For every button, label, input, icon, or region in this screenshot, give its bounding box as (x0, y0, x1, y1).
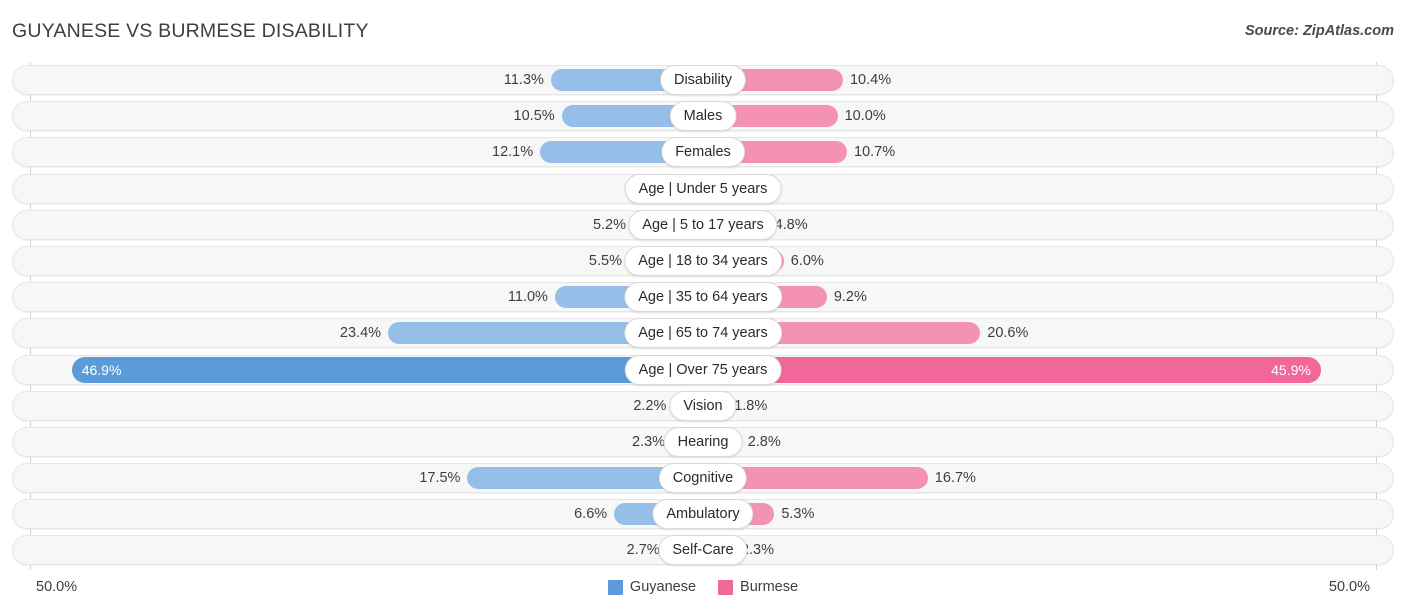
bar-guyanese (72, 357, 703, 383)
chart-row: 5.2% 4.8%Age | 5 to 17 years (0, 207, 1406, 243)
value-label-burmese: 10.7% (854, 134, 895, 170)
chart-legend: Guyanese Burmese (0, 579, 1406, 595)
category-label: Females (661, 137, 745, 167)
category-label: Age | 18 to 34 years (624, 246, 782, 276)
value-label-guyanese: 5.2% (593, 207, 626, 243)
chart-row: 46.9% 45.9% Age | Over 75 years (0, 352, 1406, 388)
chart-row: 2.2% 1.8%Vision (0, 388, 1406, 424)
value-label-guyanese: 10.5% (514, 98, 555, 134)
chart-row: 2.3% 2.8%Hearing (0, 424, 1406, 460)
bar-burmese (703, 357, 1321, 383)
category-label: Hearing (664, 427, 743, 457)
chart-row: 17.5% 16.7% Cognitive (0, 460, 1406, 496)
chart-row: 5.5% 6.0% Age | 18 to 34 years (0, 243, 1406, 279)
value-label-guyanese: 11.3% (504, 62, 544, 98)
category-label: Age | 35 to 64 years (624, 282, 782, 312)
chart-row: 11.0% 9.2% Age | 35 to 64 years (0, 279, 1406, 315)
chart-row: 10.5% 10.0% Males (0, 98, 1406, 134)
legend-swatch-icon (718, 580, 733, 595)
value-label-guyanese: 46.9% (82, 352, 122, 388)
value-label-guyanese: 23.4% (340, 315, 381, 351)
chart-rows: 11.3%10.4%Disability10.5%10.0%Males12.1%… (0, 62, 1406, 569)
legend-item[interactable]: Guyanese (608, 579, 696, 595)
chart-footer: 50.0% GuyaneseBurmese 50.0% (0, 570, 1406, 612)
value-label-guyanese: 2.3% (632, 424, 665, 460)
category-label: Age | Under 5 years (625, 174, 782, 204)
category-label: Ambulatory (652, 499, 753, 529)
value-label-burmese: 1.8% (734, 388, 767, 424)
value-label-guyanese: 6.6% (574, 496, 607, 532)
source-attribution: Source: ZipAtlas.com (1245, 23, 1394, 39)
value-label-burmese: 9.2% (834, 279, 867, 315)
category-label: Self-Care (658, 535, 747, 565)
value-label-burmese: 16.7% (935, 460, 976, 496)
chart-row: 1.0%1.1%Age | Under 5 years (0, 171, 1406, 207)
chart-row: 23.4% 20.6% Age | 65 to 74 years (0, 315, 1406, 351)
legend-swatch-icon (608, 580, 623, 595)
category-label: Males (670, 101, 737, 131)
legend-label: Burmese (740, 579, 798, 595)
chart-row: 11.3% 10.4% Disability (0, 62, 1406, 98)
value-label-burmese: 10.0% (845, 98, 886, 134)
legend-item[interactable]: Burmese (718, 579, 798, 595)
value-label-guyanese: 2.2% (633, 388, 666, 424)
category-label: Age | 5 to 17 years (628, 210, 777, 240)
value-label-burmese: 20.6% (987, 315, 1028, 351)
category-label: Age | 65 to 74 years (624, 318, 782, 348)
value-label-guyanese: 2.7% (627, 532, 660, 568)
chart-header: GUYANESE VS BURMESE DISABILITY Source: Z… (0, 0, 1406, 62)
value-label-guyanese: 12.1% (492, 134, 533, 170)
chart-row: 2.7%2.3%Self-Care (0, 532, 1406, 568)
value-label-burmese: 45.9% (1271, 352, 1311, 388)
chart-row: 6.6% 5.3% Ambulatory (0, 496, 1406, 532)
legend-label: Guyanese (630, 579, 696, 595)
page-title: GUYANESE VS BURMESE DISABILITY (12, 20, 369, 43)
chart-plot-area: 11.3%10.4%Disability10.5%10.0%Males12.1%… (0, 62, 1406, 570)
category-label: Cognitive (659, 463, 747, 493)
category-label: Vision (669, 391, 736, 421)
value-label-burmese: 4.8% (775, 207, 808, 243)
value-label-burmese: 5.3% (781, 496, 814, 532)
value-label-guyanese: 5.5% (589, 243, 622, 279)
value-label-burmese: 2.8% (748, 424, 781, 460)
value-label-burmese: 10.4% (850, 62, 891, 98)
category-label: Disability (660, 65, 746, 95)
value-label-guyanese: 17.5% (419, 460, 460, 496)
value-label-guyanese: 11.0% (508, 279, 548, 315)
value-label-burmese: 6.0% (791, 243, 824, 279)
axis-label-right: 50.0% (1329, 579, 1370, 595)
category-label: Age | Over 75 years (625, 355, 782, 385)
chart-row: 12.1% 10.7% Females (0, 134, 1406, 170)
